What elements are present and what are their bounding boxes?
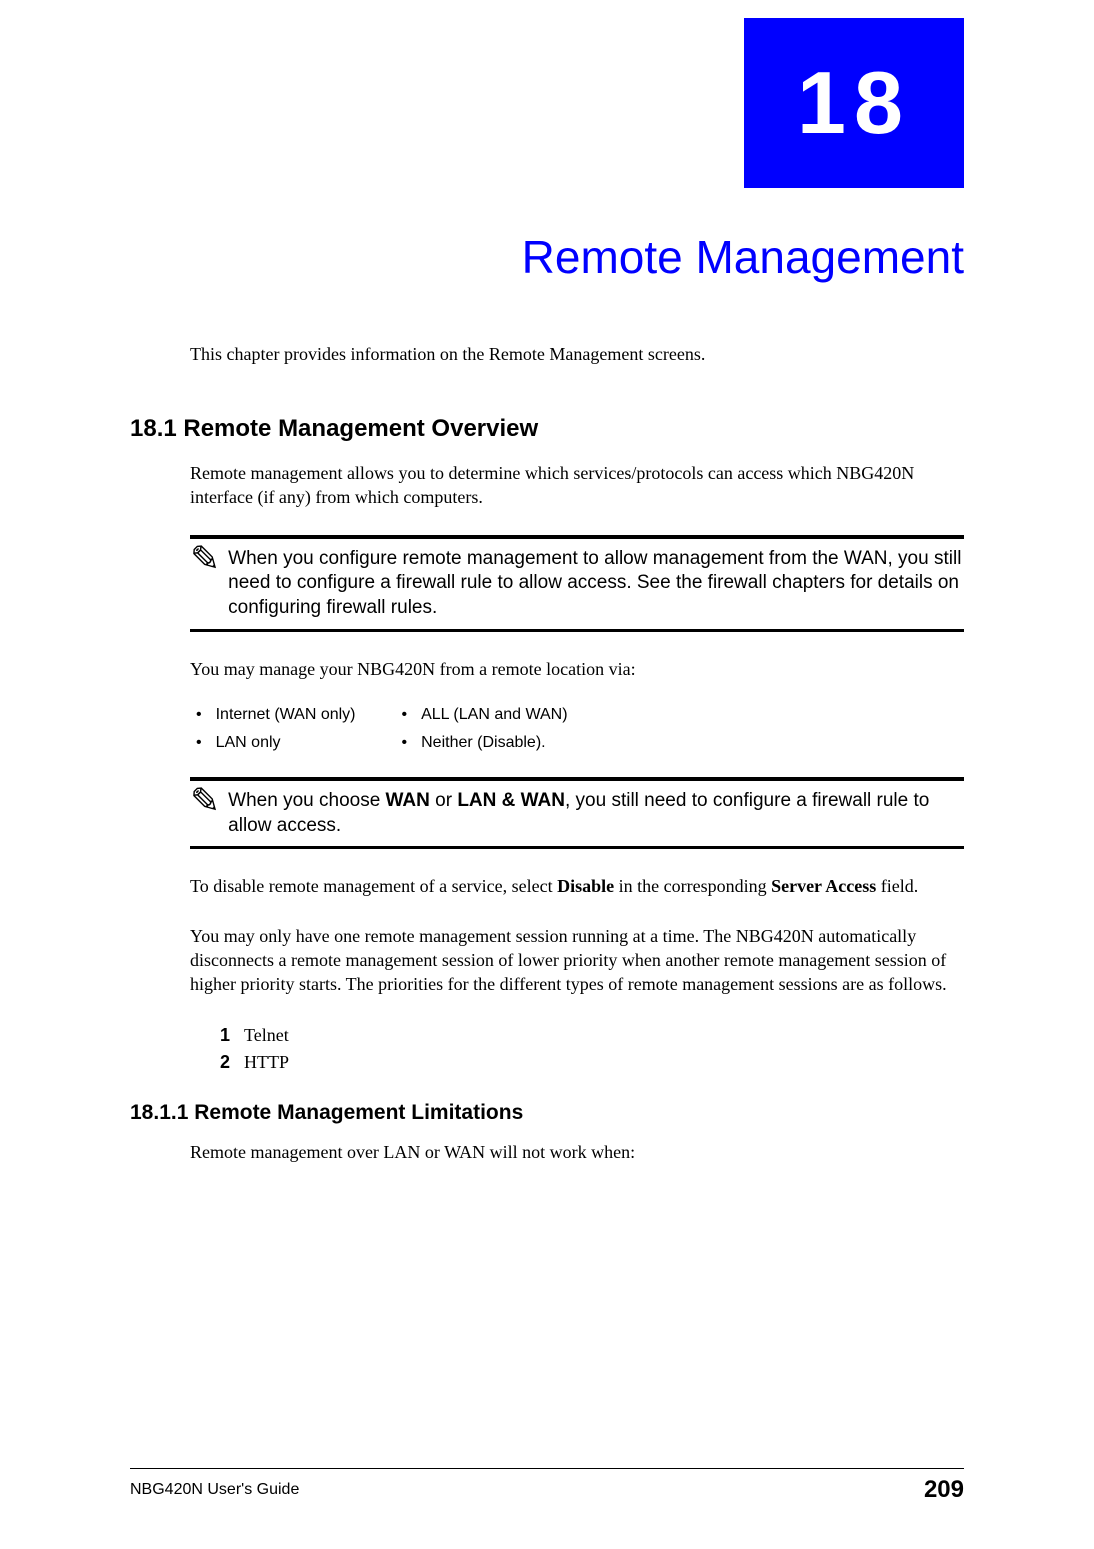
- chapter-number-box: 18: [744, 18, 964, 188]
- section-18-1-1-heading: 18.1.1 Remote Management Limitations: [130, 1101, 964, 1125]
- footer-guide-name: NBG420N User's Guide: [130, 1481, 299, 1499]
- bullet-item: Neither (Disable).: [396, 734, 568, 752]
- bullet-list: Internet (WAN only) LAN only ALL (LAN an…: [190, 706, 964, 752]
- text-segment: field.: [876, 876, 918, 896]
- list-number: 2: [220, 1049, 230, 1076]
- footer-page-number: 209: [924, 1476, 964, 1504]
- divider: [190, 846, 964, 849]
- text-bold: LAN & WAN: [457, 790, 565, 811]
- chapter-title: Remote Management: [130, 230, 964, 284]
- list-item: 2 HTTP: [220, 1049, 964, 1076]
- section-18-1-body: Remote management allows you to determin…: [190, 461, 964, 510]
- page-container: 18 Remote Management This chapter provid…: [0, 0, 1094, 1549]
- paragraph-disable: To disable remote management of a servic…: [190, 874, 964, 898]
- list-item: 1 Telnet: [220, 1022, 964, 1049]
- text-segment: To disable remote management of a servic…: [190, 876, 557, 896]
- bullet-item: LAN only: [190, 734, 356, 752]
- priority-list: 1 Telnet 2 HTTP: [220, 1022, 964, 1076]
- note-1-text: When you configure remote management to …: [228, 547, 964, 621]
- bullet-column-2: ALL (LAN and WAN) Neither (Disable).: [396, 706, 568, 752]
- list-text: Telnet: [244, 1022, 289, 1049]
- bullet-column-1: Internet (WAN only) LAN only: [190, 706, 356, 752]
- text-segment: or: [430, 790, 457, 811]
- text-segment: in the corresponding: [614, 876, 771, 896]
- divider: [190, 777, 964, 781]
- text-bold: Server Access: [771, 876, 876, 896]
- section-18-1-1-body: Remote management over LAN or WAN will n…: [190, 1140, 964, 1164]
- section-18-1-heading: 18.1 Remote Management Overview: [130, 415, 964, 443]
- note-2-text: When you choose WAN or LAN & WAN, you st…: [228, 789, 964, 838]
- note-content: ✎ When you choose WAN or LAN & WAN, you …: [190, 789, 964, 838]
- list-number: 1: [220, 1022, 230, 1049]
- text-segment: When you choose: [228, 790, 385, 811]
- note-block-1: ✎ When you configure remote management t…: [190, 535, 964, 632]
- divider: [190, 629, 964, 632]
- list-text: HTTP: [244, 1049, 289, 1076]
- text-bold: Disable: [557, 876, 614, 896]
- pencil-icon: ✎: [190, 783, 220, 819]
- divider: [190, 535, 964, 539]
- pencil-icon: ✎: [190, 541, 220, 577]
- note-block-2: ✎ When you choose WAN or LAN & WAN, you …: [190, 777, 964, 849]
- paragraph-session: You may only have one remote management …: [190, 924, 964, 997]
- footer-divider: [130, 1468, 964, 1469]
- chapter-number: 18: [797, 52, 911, 154]
- paragraph-manage: You may manage your NBG420N from a remot…: [190, 657, 964, 681]
- note-content: ✎ When you configure remote management t…: [190, 547, 964, 621]
- text-bold: WAN: [386, 790, 430, 811]
- bullet-item: Internet (WAN only): [190, 706, 356, 724]
- chapter-intro-text: This chapter provides information on the…: [190, 344, 964, 365]
- page-footer: NBG420N User's Guide 209: [130, 1476, 964, 1504]
- bullet-item: ALL (LAN and WAN): [396, 706, 568, 724]
